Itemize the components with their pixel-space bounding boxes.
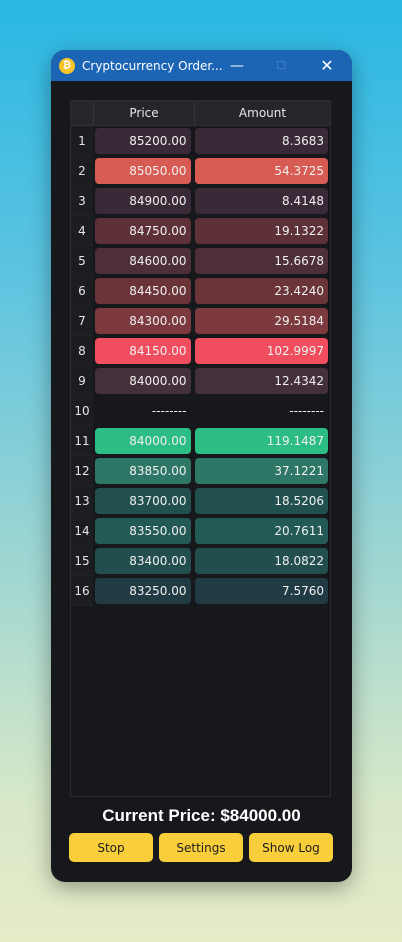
minimize-button[interactable]: — — [215, 50, 259, 81]
table-row[interactable]: 9 84000.00 12.4342 — [71, 366, 330, 396]
button-row: Stop Settings Show Log — [69, 833, 333, 862]
amount-cell[interactable]: 8.4148 — [194, 188, 328, 214]
amount-cell[interactable]: 29.5184 — [194, 308, 328, 334]
table-row[interactable]: 7 84300.00 29.5184 — [71, 306, 330, 336]
price-cell[interactable]: 85050.00 — [94, 158, 191, 184]
price-cell[interactable]: 84150.00 — [94, 338, 191, 364]
settings-button[interactable]: Settings — [159, 833, 243, 862]
row-number: 1 — [71, 126, 93, 156]
table-row[interactable]: 14 83550.00 20.7611 — [71, 516, 330, 546]
row-number: 14 — [71, 516, 93, 546]
price-cell[interactable]: 84600.00 — [94, 248, 191, 274]
row-number: 6 — [71, 276, 93, 306]
row-number: 5 — [71, 246, 93, 276]
close-button[interactable]: ✕ — [305, 50, 349, 81]
price-cell[interactable]: 84900.00 — [94, 188, 191, 214]
window-title: Cryptocurrency Order... — [82, 58, 223, 73]
price-cell[interactable]: 85200.00 — [94, 128, 191, 154]
table-row[interactable]: 1 85200.00 8.3683 — [71, 126, 330, 156]
amount-cell[interactable]: 8.3683 — [194, 128, 328, 154]
current-price-label: Current Price: $84000.00 — [102, 806, 301, 825]
amount-cell[interactable]: 54.3725 — [194, 158, 328, 184]
table-row[interactable]: 6 84450.00 23.4240 — [71, 276, 330, 306]
amount-cell[interactable]: 12.4342 — [194, 368, 328, 394]
show-log-button[interactable]: Show Log — [249, 833, 333, 862]
amount-cell[interactable]: 37.1221 — [194, 458, 328, 484]
row-number: 13 — [71, 486, 93, 516]
price-cell[interactable]: 83850.00 — [94, 458, 191, 484]
table-row[interactable]: 12 83850.00 37.1221 — [71, 456, 330, 486]
amount-cell[interactable]: -------- — [195, 398, 328, 424]
row-number: 4 — [71, 216, 93, 246]
amount-cell[interactable]: 23.4240 — [194, 278, 328, 304]
row-number: 8 — [71, 336, 93, 366]
amount-column-header[interactable]: Amount — [194, 101, 330, 125]
row-number: 12 — [71, 456, 93, 486]
price-cell[interactable]: 83400.00 — [94, 548, 191, 574]
row-number: 10 — [71, 396, 93, 426]
row-number: 7 — [71, 306, 93, 336]
table-row[interactable]: 10 -------- -------- — [71, 396, 330, 426]
amount-cell[interactable]: 20.7611 — [194, 518, 328, 544]
row-number-header — [71, 101, 93, 125]
price-cell[interactable]: 84000.00 — [94, 368, 191, 394]
price-cell[interactable]: 84300.00 — [94, 308, 191, 334]
stop-button[interactable]: Stop — [69, 833, 153, 862]
amount-cell[interactable]: 15.6678 — [194, 248, 328, 274]
table-row[interactable]: 2 85050.00 54.3725 — [71, 156, 330, 186]
amount-cell[interactable]: 18.0822 — [194, 548, 328, 574]
table-row[interactable]: 16 83250.00 7.5760 — [71, 576, 330, 606]
amount-cell[interactable]: 102.9997 — [194, 338, 328, 364]
price-cell[interactable]: 83250.00 — [94, 578, 191, 604]
table-header: Price Amount — [71, 101, 330, 126]
app-window: ₿ Cryptocurrency Order... — ☐ ✕ Price Am… — [51, 50, 352, 882]
price-cell[interactable]: 84450.00 — [94, 278, 191, 304]
order-book-table[interactable]: Price Amount 1 85200.00 8.3683 2 85050.00 54.… — [70, 100, 331, 797]
amount-cell[interactable]: 119.1487 — [194, 428, 328, 454]
row-number: 16 — [71, 576, 93, 606]
price-cell[interactable]: 84750.00 — [94, 218, 191, 244]
amount-cell[interactable]: 18.5206 — [194, 488, 328, 514]
price-cell[interactable]: 84000.00 — [94, 428, 191, 454]
amount-cell[interactable]: 19.1322 — [194, 218, 328, 244]
maximize-button[interactable]: ☐ — [259, 50, 303, 81]
row-number: 11 — [71, 426, 93, 456]
table-row[interactable]: 15 83400.00 18.0822 — [71, 546, 330, 576]
table-row[interactable]: 8 84150.00 102.9997 — [71, 336, 330, 366]
table-row[interactable]: 5 84600.00 15.6678 — [71, 246, 330, 276]
table-row[interactable]: 13 83700.00 18.5206 — [71, 486, 330, 516]
row-number: 3 — [71, 186, 93, 216]
table-body: 1 85200.00 8.3683 2 85050.00 54.3725 3 84900.00… — [71, 126, 330, 606]
table-row[interactable]: 3 84900.00 8.4148 — [71, 186, 330, 216]
title-bar[interactable]: ₿ Cryptocurrency Order... — ☐ ✕ — [51, 50, 352, 81]
price-cell[interactable]: 83700.00 — [94, 488, 191, 514]
table-row[interactable]: 4 84750.00 19.1322 — [71, 216, 330, 246]
row-number: 9 — [71, 366, 93, 396]
bitcoin-icon: ₿ — [59, 57, 75, 74]
table-row[interactable]: 11 84000.00 119.1487 — [71, 426, 330, 456]
price-column-header[interactable]: Price — [93, 101, 194, 125]
row-number: 15 — [71, 546, 93, 576]
price-cell[interactable]: -------- — [95, 398, 191, 424]
amount-cell[interactable]: 7.5760 — [194, 578, 328, 604]
row-number: 2 — [71, 156, 93, 186]
price-cell[interactable]: 83550.00 — [94, 518, 191, 544]
